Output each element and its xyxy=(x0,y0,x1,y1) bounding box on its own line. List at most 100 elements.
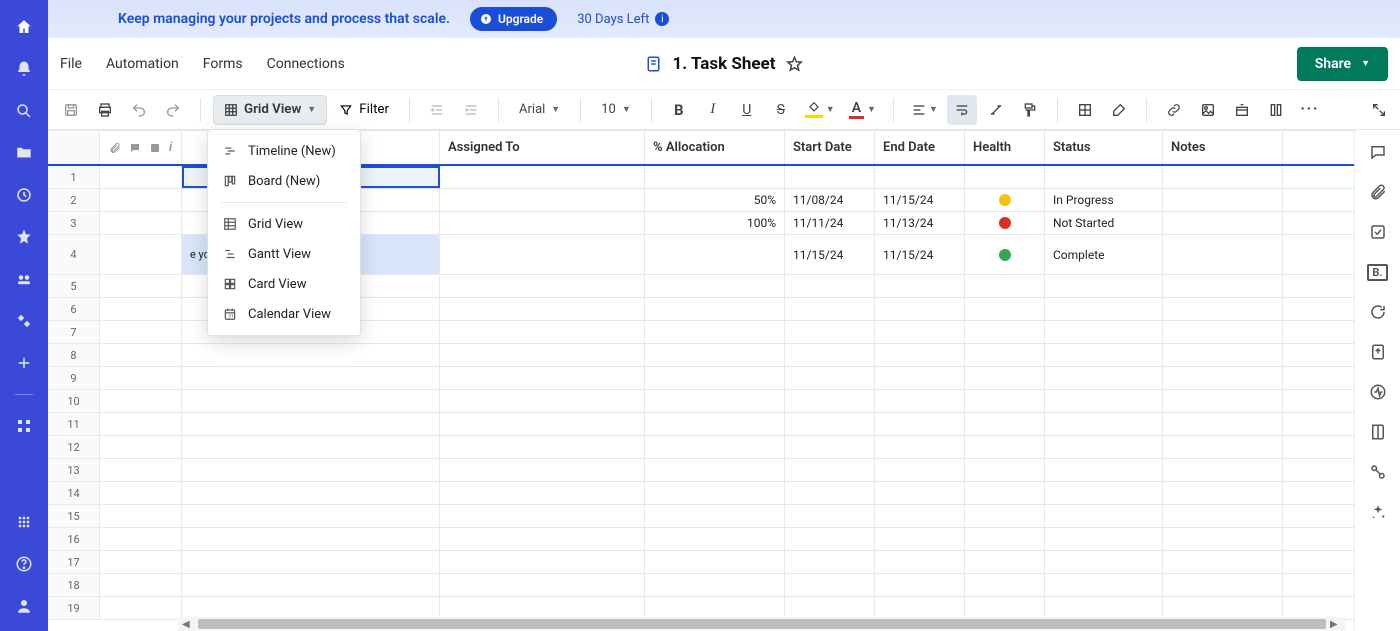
cell-start-date[interactable] xyxy=(785,344,875,366)
bell-icon[interactable] xyxy=(13,58,35,80)
clear-format-icon[interactable] xyxy=(981,95,1011,125)
cell-end-date[interactable] xyxy=(875,597,965,619)
workapps-icon[interactable] xyxy=(13,310,35,332)
cell-health[interactable] xyxy=(965,166,1045,188)
row-primary-icons[interactable] xyxy=(100,189,182,211)
cell-notes[interactable] xyxy=(1163,235,1283,274)
format-painter-icon[interactable] xyxy=(1015,95,1045,125)
cell-assigned[interactable] xyxy=(440,390,645,412)
row-primary-icons[interactable] xyxy=(100,275,182,297)
horizontal-scrollbar[interactable]: ◀ ▶ xyxy=(178,617,1346,631)
cell-health[interactable] xyxy=(965,528,1045,550)
cell-task[interactable] xyxy=(182,390,440,412)
more-icon[interactable]: ··· xyxy=(1295,95,1325,125)
strikethrough-icon[interactable]: S xyxy=(766,95,796,125)
cell-allocation[interactable] xyxy=(645,321,785,343)
cell-health[interactable] xyxy=(965,298,1045,320)
cell-end-date[interactable] xyxy=(875,298,965,320)
cell-status[interactable] xyxy=(1045,459,1163,481)
cell-end-date[interactable] xyxy=(875,459,965,481)
row-primary-icons[interactable] xyxy=(100,574,182,596)
scroll-right-icon[interactable]: ▶ xyxy=(1330,619,1342,630)
row-primary-icons[interactable] xyxy=(100,528,182,550)
cell-end-date[interactable] xyxy=(875,367,965,389)
filter-button[interactable]: Filter xyxy=(331,95,397,125)
row-number[interactable]: 14 xyxy=(48,482,100,504)
row-primary-icons[interactable] xyxy=(100,413,182,435)
home-icon[interactable] xyxy=(13,16,35,38)
cell-assigned[interactable] xyxy=(440,459,645,481)
table-row[interactable]: 9 xyxy=(48,367,1354,390)
cell-end-date[interactable]: 11/15/24 xyxy=(875,189,965,211)
cell-assigned[interactable] xyxy=(440,597,645,619)
row-number[interactable]: 11 xyxy=(48,413,100,435)
days-left-label[interactable]: 30 Days Left i xyxy=(577,12,669,27)
cell-status[interactable] xyxy=(1045,166,1163,188)
activity-log-icon[interactable] xyxy=(1368,382,1388,402)
view-menu-timeline[interactable]: Timeline (New) xyxy=(208,136,360,166)
row-number[interactable]: 7 xyxy=(48,321,100,343)
row-number[interactable]: 4 xyxy=(48,235,100,274)
row-primary-icons[interactable] xyxy=(100,436,182,458)
cell-health[interactable] xyxy=(965,413,1045,435)
cell-notes[interactable] xyxy=(1163,275,1283,297)
table-row[interactable]: 15 xyxy=(48,505,1354,528)
cell-assigned[interactable] xyxy=(440,367,645,389)
cell-notes[interactable] xyxy=(1163,574,1283,596)
view-switcher-button[interactable]: Grid View ▼ xyxy=(213,95,327,125)
cell-assigned[interactable] xyxy=(440,551,645,573)
cell-task[interactable] xyxy=(182,459,440,481)
cell-assigned[interactable] xyxy=(440,574,645,596)
cell-end-date[interactable] xyxy=(875,413,965,435)
row-number[interactable]: 18 xyxy=(48,574,100,596)
cell-notes[interactable] xyxy=(1163,551,1283,573)
cell-end-date[interactable] xyxy=(875,436,965,458)
cell-assigned[interactable] xyxy=(440,212,645,234)
menu-file[interactable]: File xyxy=(60,56,82,72)
cell-allocation[interactable] xyxy=(645,166,785,188)
cell-assigned[interactable] xyxy=(440,166,645,188)
connect-icon[interactable] xyxy=(1368,462,1388,482)
highlight-icon[interactable] xyxy=(1104,95,1134,125)
cell-health[interactable] xyxy=(965,344,1045,366)
row-primary-icons[interactable] xyxy=(100,367,182,389)
cell-task[interactable] xyxy=(182,551,440,573)
cell-start-date[interactable] xyxy=(785,367,875,389)
indent-icon[interactable] xyxy=(456,95,486,125)
row-number[interactable]: 16 xyxy=(48,528,100,550)
row-number[interactable]: 3 xyxy=(48,212,100,234)
font-family-select[interactable]: Arial ▼ xyxy=(511,95,568,125)
cell-status[interactable] xyxy=(1045,275,1163,297)
cell-allocation[interactable] xyxy=(645,505,785,527)
cell-assigned[interactable] xyxy=(440,528,645,550)
row-number[interactable]: 13 xyxy=(48,459,100,481)
table-row[interactable]: 12 xyxy=(48,436,1354,459)
cell-allocation[interactable] xyxy=(645,459,785,481)
view-menu-gantt[interactable]: Gantt View xyxy=(208,239,360,269)
borders-icon[interactable] xyxy=(1070,95,1100,125)
cell-allocation[interactable] xyxy=(645,275,785,297)
cell-status[interactable] xyxy=(1045,574,1163,596)
table-row[interactable]: 17 xyxy=(48,551,1354,574)
text-color-icon[interactable]: A▼ xyxy=(844,95,881,125)
cell-notes[interactable] xyxy=(1163,212,1283,234)
cell-allocation[interactable] xyxy=(645,597,785,619)
cell-assigned[interactable] xyxy=(440,235,645,274)
summary-icon[interactable] xyxy=(1368,422,1388,442)
cell-end-date[interactable] xyxy=(875,528,965,550)
cell-end-date[interactable] xyxy=(875,574,965,596)
cell-allocation[interactable] xyxy=(645,551,785,573)
link-icon[interactable] xyxy=(1159,95,1189,125)
save-icon[interactable] xyxy=(56,95,86,125)
scroll-left-icon[interactable]: ◀ xyxy=(182,619,194,630)
cell-assigned[interactable] xyxy=(440,321,645,343)
table-row[interactable]: 10 xyxy=(48,390,1354,413)
cell-task[interactable] xyxy=(182,344,440,366)
row-number[interactable]: 2 xyxy=(48,189,100,211)
cell-start-date[interactable] xyxy=(785,528,875,550)
table-row[interactable]: 16 xyxy=(48,528,1354,551)
menu-connections[interactable]: Connections xyxy=(267,56,345,72)
row-number[interactable]: 15 xyxy=(48,505,100,527)
cell-task[interactable] xyxy=(182,528,440,550)
cell-health[interactable] xyxy=(965,459,1045,481)
